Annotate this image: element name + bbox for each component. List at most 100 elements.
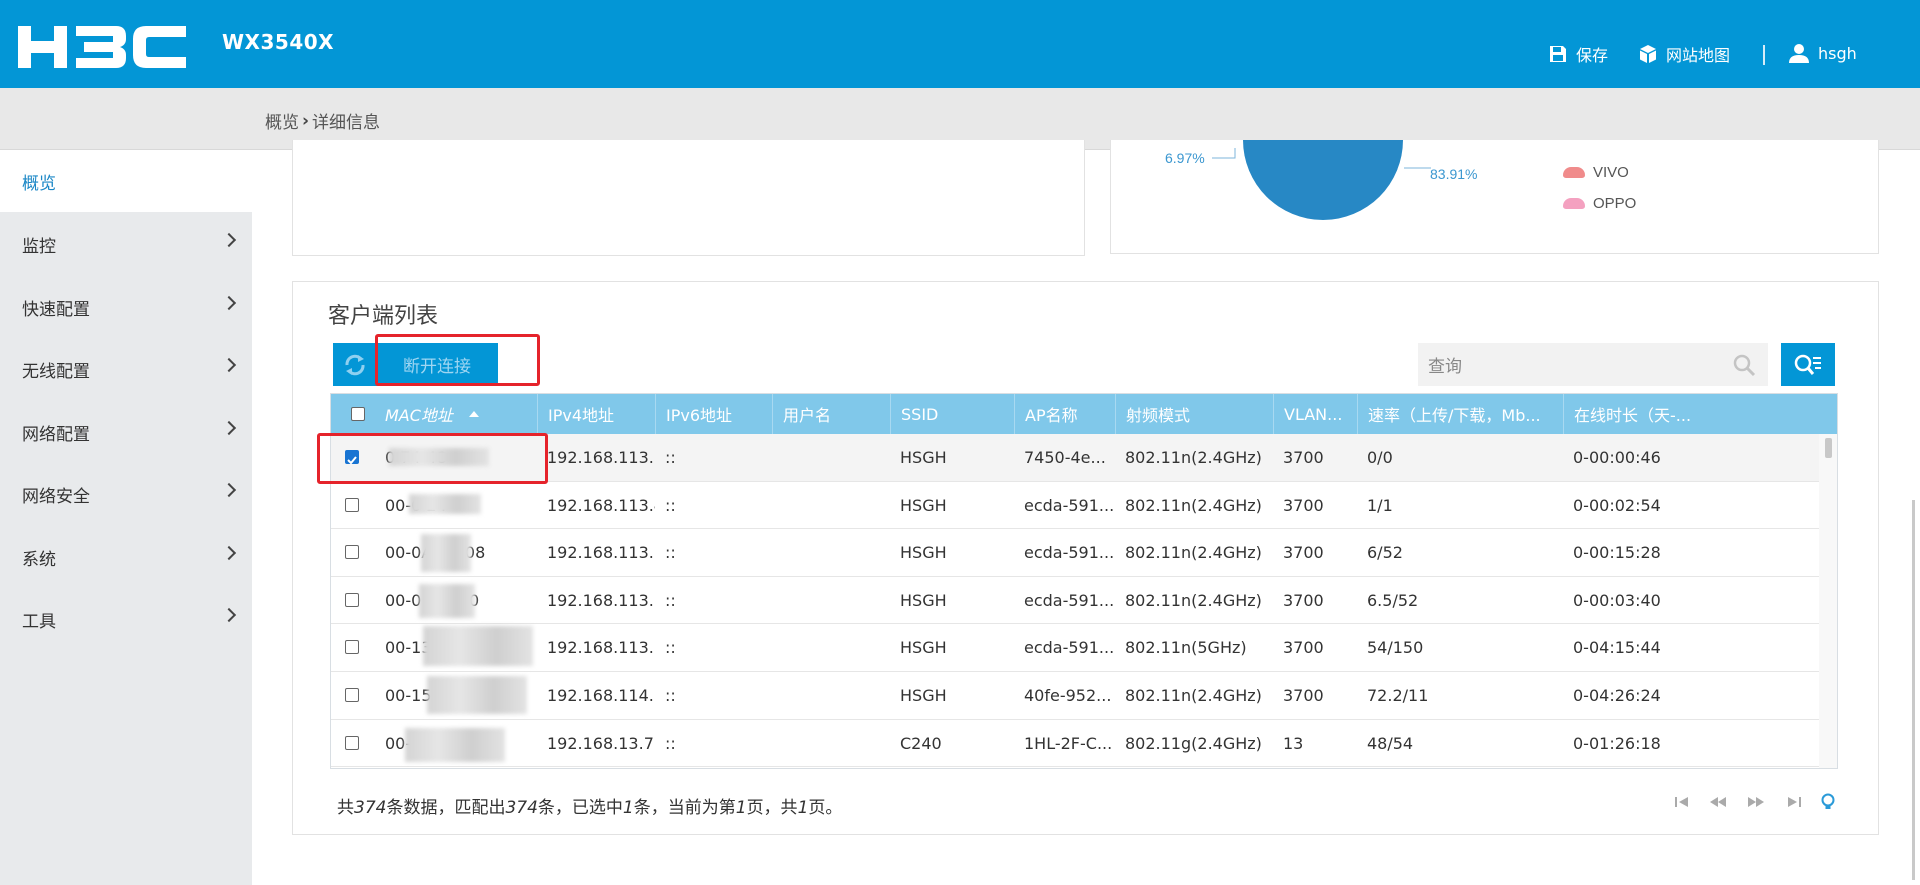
sitemap-button[interactable]: 网站地图 bbox=[1638, 42, 1730, 66]
cell-ipv6: :: bbox=[665, 638, 676, 658]
table-row[interactable]: 00-0A D7 08 192.168.113.69 :: HSGH ecda-… bbox=[331, 529, 1821, 577]
row-checkbox[interactable] bbox=[345, 640, 359, 655]
cell-ap-name: ecda-591... bbox=[1024, 638, 1115, 658]
sidebar-item-system[interactable]: 系统 bbox=[0, 526, 252, 588]
row-checkbox[interactable] bbox=[345, 545, 359, 560]
sidebar-item-overview[interactable]: 概览 bbox=[0, 150, 252, 212]
summary-text: 条数据，匹配出 bbox=[386, 798, 506, 818]
pie-leader-small bbox=[1212, 148, 1236, 159]
search-placeholder: 查询 bbox=[1428, 357, 1462, 377]
cell-ipv4: 192.168.113.69 bbox=[547, 543, 655, 563]
cell-rate: 6.5/52 bbox=[1367, 590, 1419, 610]
save-icon bbox=[1550, 46, 1566, 62]
cell-vlan: 3700 bbox=[1283, 638, 1324, 658]
next-page-button[interactable] bbox=[1746, 792, 1766, 812]
col-online-duration[interactable]: 在线时长（天-... bbox=[1563, 394, 1837, 434]
first-page-icon bbox=[1675, 797, 1688, 807]
pie-label-large: 83.91% bbox=[1430, 166, 1478, 182]
refresh-button[interactable] bbox=[333, 343, 376, 386]
pie-chart bbox=[1212, 140, 1431, 220]
upper-left-panel bbox=[292, 140, 1085, 256]
col-ap-name[interactable]: AP名称 bbox=[1014, 394, 1115, 434]
prev-page-icon bbox=[1710, 797, 1726, 807]
search-input[interactable]: 查询 bbox=[1418, 343, 1768, 386]
cell-ap-name: ecda-591... bbox=[1024, 495, 1115, 515]
row-checkbox[interactable] bbox=[345, 497, 359, 512]
cube-icon bbox=[1640, 45, 1656, 63]
sidebar-item-wireless-config[interactable]: 无线配置 bbox=[0, 338, 252, 400]
col-mac[interactable]: MAC地址 bbox=[375, 394, 537, 434]
sidebar-item-network-security[interactable]: 网络安全 bbox=[0, 463, 252, 525]
select-all-checkbox[interactable] bbox=[351, 407, 365, 421]
cell-online-duration: 0-00:00:46 bbox=[1573, 448, 1661, 467]
tips-button[interactable] bbox=[1818, 792, 1838, 812]
row-checkbox[interactable] bbox=[345, 735, 359, 750]
sidebar-item-label: 工具 bbox=[22, 611, 56, 632]
cell-username bbox=[772, 624, 890, 671]
divider bbox=[1763, 45, 1765, 65]
table-scrollbar-thumb[interactable] bbox=[1825, 438, 1832, 458]
col-ipv6[interactable]: IPv6地址 bbox=[655, 394, 772, 434]
table-row[interactable]: 00-0 3-B C0 192.168.113.65 :: HSGH ecda-… bbox=[331, 576, 1821, 625]
col-radio-mode[interactable]: 射频模式 bbox=[1115, 394, 1273, 434]
table-scrollbar[interactable] bbox=[1819, 434, 1837, 768]
table-row[interactable]: 0 74-48 192.168.113.1... :: HSGH 7450-4e… bbox=[331, 434, 1821, 482]
row-checkbox[interactable] bbox=[345, 592, 359, 607]
legend-item-vivo[interactable]: VIVO bbox=[1563, 164, 1629, 181]
pie-slice-large bbox=[1243, 140, 1403, 220]
sidebar-item-quick-config[interactable]: 快速配置 bbox=[0, 276, 252, 338]
client-list-title: 客户端列表 bbox=[328, 304, 439, 329]
cell-ssid: C240 bbox=[900, 733, 942, 753]
chevron-right-icon bbox=[221, 482, 237, 498]
next-page-icon bbox=[1748, 797, 1764, 807]
cell-radio-mode: 802.11n(2.4GHz) bbox=[1125, 543, 1262, 563]
col-ipv4[interactable]: IPv4地址 bbox=[537, 394, 655, 434]
legend-item-oppo[interactable]: OPPO bbox=[1563, 195, 1636, 212]
summary-text: 页。 bbox=[808, 798, 843, 818]
sidebar-item-tools[interactable]: 工具 bbox=[0, 588, 252, 650]
breadcrumb-parent[interactable]: 概览 bbox=[265, 108, 299, 133]
col-rate[interactable]: 速率（上传/下载，Mb... bbox=[1357, 394, 1563, 434]
cell-rate: 1/1 bbox=[1367, 495, 1393, 515]
last-page-button[interactable] bbox=[1784, 792, 1804, 812]
cell-vlan: 3700 bbox=[1283, 543, 1324, 563]
row-checkbox[interactable] bbox=[345, 688, 359, 702]
user-menu[interactable]: hsgh bbox=[1788, 42, 1857, 64]
page-scrollbar[interactable] bbox=[1912, 500, 1915, 880]
device-model: WX3540X bbox=[222, 30, 335, 54]
sidebar-item-network-config[interactable]: 网络配置 bbox=[0, 401, 252, 463]
table-row[interactable]: 00-1 192.168.13.72 :: C240 1HL-2F-C... 8… bbox=[331, 719, 1821, 768]
cell-ipv6: :: bbox=[665, 686, 676, 705]
table-row[interactable]: 00-15- 192.168.114.1... :: HSGH 40fe-952… bbox=[331, 672, 1821, 720]
user-icon bbox=[1789, 44, 1809, 63]
cell-rate: 48/54 bbox=[1367, 733, 1414, 753]
pie-label-small: 6.97% bbox=[1165, 150, 1205, 166]
table-row[interactable]: 00-0 24 192.168.113.49 :: HSGH ecda-591.… bbox=[331, 481, 1821, 530]
cell-ipv6: :: bbox=[665, 543, 676, 563]
summary-page: 1 bbox=[735, 798, 747, 818]
chevron-right-icon bbox=[221, 357, 237, 373]
col-ssid[interactable]: SSID bbox=[890, 394, 1014, 434]
chevron-right-icon bbox=[221, 545, 237, 561]
cell-ipv4: 192.168.113.49 bbox=[547, 495, 655, 515]
prev-page-button[interactable] bbox=[1708, 792, 1728, 812]
first-page-button[interactable] bbox=[1672, 792, 1692, 812]
h3c-logo bbox=[18, 26, 186, 68]
table-header: MAC地址 IPv4地址 IPv6地址 用户名 SSID AP名称 射频模式 V… bbox=[331, 394, 1837, 434]
cell-online-duration: 0-00:03:40 bbox=[1573, 590, 1661, 610]
advanced-search-button[interactable] bbox=[1781, 343, 1835, 386]
table-summary: 共374条数据，匹配出374条，已选中1条，当前为第1页，共1页。 bbox=[337, 793, 842, 818]
cell-ap-name: 7450-4e... bbox=[1024, 448, 1106, 467]
cell-vlan: 3700 bbox=[1283, 590, 1324, 610]
table-row[interactable]: 00-13 B3 192.168.113.1... :: HSGH ecda-5… bbox=[331, 624, 1821, 672]
cell-online-duration: 0-00:02:54 bbox=[1573, 495, 1661, 515]
search-icon[interactable] bbox=[1732, 353, 1756, 377]
sidebar-item-label: 监控 bbox=[22, 236, 56, 257]
cell-ssid: HSGH bbox=[900, 448, 947, 467]
sidebar-item-monitor[interactable]: 监控 bbox=[0, 213, 252, 275]
save-button[interactable]: 保存 bbox=[1548, 42, 1608, 66]
last-page-icon bbox=[1788, 797, 1801, 807]
col-vlan[interactable]: VLAN... bbox=[1273, 394, 1357, 434]
col-username[interactable]: 用户名 bbox=[772, 394, 890, 434]
cell-ipv4: 192.168.13.72 bbox=[547, 733, 655, 753]
